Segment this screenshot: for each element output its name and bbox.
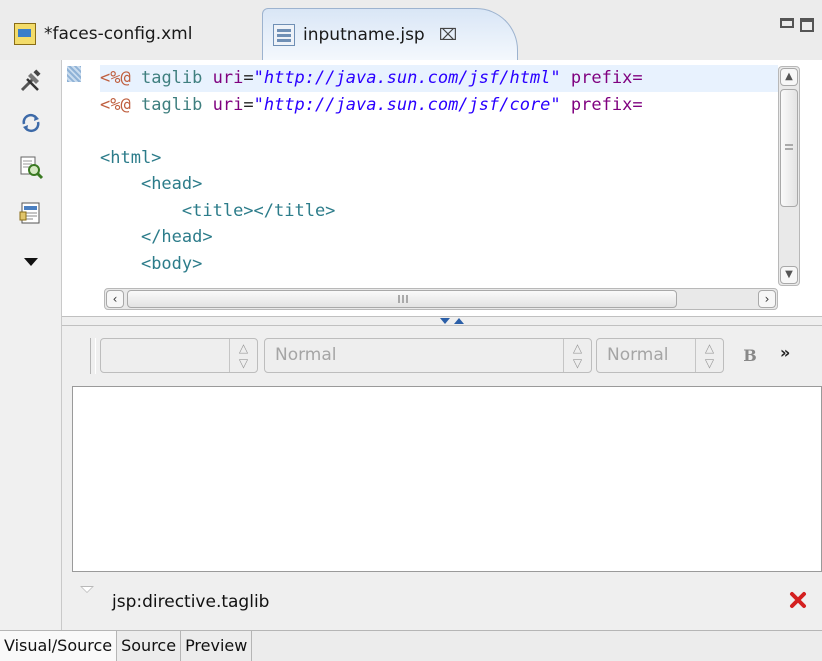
jsp-file-icon <box>273 23 295 46</box>
directive-keyword: taglib <box>140 94 203 115</box>
horizontal-scrollbar[interactable]: ‹ › <box>104 288 778 310</box>
visual-pane <box>62 386 822 572</box>
red-x-icon[interactable] <box>788 590 808 610</box>
refresh-icon[interactable] <box>18 110 44 136</box>
code-area[interactable]: <%@ taglib uri="http://java.sun.com/jsf/… <box>100 65 778 285</box>
tools-icon[interactable] <box>18 68 44 94</box>
directive-keyword: taglib <box>140 68 203 88</box>
scroll-left-icon[interactable]: ‹ <box>106 290 124 308</box>
attribute-name: uri <box>212 94 244 115</box>
updown-arrows-icon[interactable]: △ ▽ <box>229 339 257 372</box>
attribute-value: "http://java.sun.com/jsf/html" <box>253 68 561 88</box>
more-tools-button[interactable]: » <box>780 338 804 368</box>
equals-sign: = <box>243 94 254 115</box>
page-search-icon[interactable] <box>18 154 44 180</box>
tab-label: *faces-config.xml <box>44 24 193 44</box>
style-select[interactable]: △ ▽ <box>100 338 258 373</box>
jsp-directive: <%@ <box>100 94 131 115</box>
size-select-value: Normal <box>607 345 669 365</box>
jsp-directive: <%@ <box>100 68 131 88</box>
collapse-down-icon[interactable] <box>440 318 450 324</box>
view-controls <box>780 18 814 32</box>
collapse-up-icon[interactable] <box>454 318 464 324</box>
collapse-icon[interactable] <box>80 586 94 593</box>
code-line: <title></title> <box>100 198 778 225</box>
attribute-value: "http://java.sun.com/jsf/core" <box>253 94 561 115</box>
html-tag: </head> <box>140 227 213 247</box>
xml-file-icon <box>14 23 36 45</box>
scroll-down-icon[interactable]: ▼ <box>780 266 798 284</box>
close-icon[interactable]: ⌧ <box>439 25 457 44</box>
dropdown-arrow-icon[interactable] <box>24 258 38 266</box>
source-editor[interactable]: <%@ taglib uri="http://java.sun.com/jsf/… <box>62 60 814 316</box>
code-line: </head> <box>100 224 778 251</box>
attribute-name: uri <box>212 68 244 88</box>
bold-button[interactable]: B <box>738 338 762 373</box>
code-line: <head> <box>100 171 778 198</box>
scroll-thumb[interactable] <box>127 290 677 308</box>
template-icon[interactable] <box>18 200 44 226</box>
format-select-value: Normal <box>275 345 337 365</box>
maximize-icon[interactable] <box>800 18 814 32</box>
vertical-scrollbar[interactable]: ▲ ▼ <box>778 66 800 286</box>
code-line: <html> <box>100 145 778 172</box>
html-tag: <body> <box>140 253 203 274</box>
updown-arrows-icon[interactable]: △ ▽ <box>695 339 723 372</box>
code-line: <body> <box>100 251 778 278</box>
attribute-name: prefix= <box>570 94 643 115</box>
format-select[interactable]: Normal △ ▽ <box>264 338 592 373</box>
tab-faces-config[interactable]: *faces-config.xml <box>4 8 259 60</box>
visual-editor-canvas[interactable] <box>72 386 822 572</box>
selection-bar: jsp:directive.taglib <box>62 572 822 630</box>
tab-inputname[interactable]: inputname.jsp ⌧ <box>262 8 518 60</box>
annotation-marker <box>67 66 81 82</box>
tab-preview[interactable]: Preview <box>181 631 253 661</box>
attribute-name: prefix= <box>570 68 643 88</box>
splitter-sash[interactable] <box>62 316 822 326</box>
tab-label: inputname.jsp <box>303 24 425 45</box>
html-tag: <head> <box>140 174 203 194</box>
tab-source[interactable]: Source <box>117 631 182 661</box>
editor-tab-bar: *faces-config.xml inputname.jsp ⌧ <box>0 0 822 60</box>
equals-sign: = <box>243 68 254 88</box>
tool-palette <box>0 60 62 630</box>
scroll-right-icon[interactable]: › <box>758 290 776 308</box>
html-tag: <title></title> <box>181 200 336 221</box>
html-tag: <html> <box>100 147 162 168</box>
scroll-up-icon[interactable]: ▲ <box>780 68 798 86</box>
grip-icon <box>398 295 400 303</box>
editor-mode-tabs: Visual/Source Source Preview <box>0 630 822 661</box>
selection-path[interactable]: jsp:directive.taglib <box>112 592 269 612</box>
toolbar-handle[interactable] <box>90 338 96 374</box>
sash-controls <box>440 318 464 324</box>
tab-visual-source[interactable]: Visual/Source <box>0 631 118 661</box>
size-select[interactable]: Normal △ ▽ <box>596 338 724 373</box>
code-line: <%@ taglib uri="http://java.sun.com/jsf/… <box>100 92 778 119</box>
minimize-icon[interactable] <box>780 18 794 28</box>
code-line: <%@ taglib uri="http://java.sun.com/jsf/… <box>100 65 778 92</box>
formatting-toolbar: △ ▽ Normal △ ▽ Normal △ ▽ B » <box>62 326 822 386</box>
updown-arrows-icon[interactable]: △ ▽ <box>563 339 591 372</box>
grip-icon <box>785 144 793 146</box>
scroll-thumb[interactable] <box>780 89 798 207</box>
